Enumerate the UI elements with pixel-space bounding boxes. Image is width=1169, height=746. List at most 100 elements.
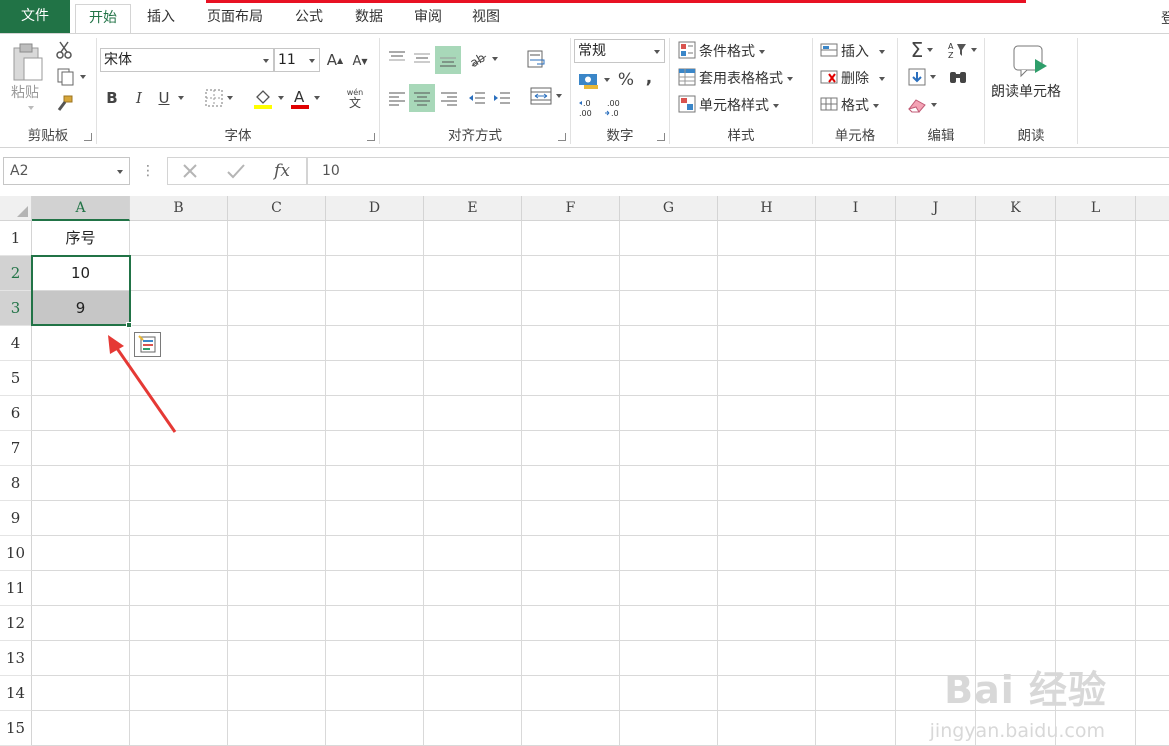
number-launcher-icon[interactable]: [657, 133, 665, 141]
align-right-icon[interactable]: [438, 86, 460, 110]
underline-dropdown-icon[interactable]: [175, 87, 187, 109]
decrease-indent-icon[interactable]: [466, 86, 488, 110]
increase-indent-icon[interactable]: [491, 86, 513, 110]
paste-button[interactable]: 粘贴: [11, 82, 39, 102]
column-header-i[interactable]: I: [816, 196, 896, 221]
tab-insert[interactable]: 插入: [137, 4, 185, 32]
font-launcher-icon[interactable]: [367, 133, 375, 141]
sort-filter-icon[interactable]: AZ: [944, 40, 980, 60]
speak-cells-icon[interactable]: [1011, 42, 1051, 80]
row-header-2[interactable]: 2: [0, 256, 32, 291]
row-header-15[interactable]: 15: [0, 711, 32, 746]
align-middle-icon[interactable]: [411, 46, 433, 70]
format-painter-icon[interactable]: [54, 94, 74, 114]
format-as-table-button[interactable]: 套用表格格式: [699, 68, 793, 88]
fill-down-icon[interactable]: [904, 66, 940, 88]
fill-handle[interactable]: [126, 322, 132, 328]
cell-a1[interactable]: 序号: [32, 221, 129, 256]
wrap-text-icon[interactable]: [526, 48, 548, 70]
row-header-6[interactable]: 6: [0, 396, 32, 431]
column-header-partial[interactable]: [1136, 196, 1169, 221]
column-header-e[interactable]: E: [424, 196, 522, 221]
row-header-8[interactable]: 8: [0, 466, 32, 501]
paste-icon[interactable]: [8, 40, 48, 86]
merge-center-icon[interactable]: [526, 84, 566, 108]
column-header-j[interactable]: J: [896, 196, 976, 221]
insert-function-button[interactable]: fx: [268, 159, 296, 183]
tab-data[interactable]: 数据: [344, 4, 394, 32]
cell-styles-button[interactable]: 单元格样式: [699, 95, 779, 115]
more-options-icon[interactable]: ⋮: [141, 162, 155, 180]
select-all-button[interactable]: [0, 196, 32, 221]
column-header-b[interactable]: B: [130, 196, 228, 221]
grid-line: [32, 430, 1169, 431]
column-header-l[interactable]: L: [1056, 196, 1136, 221]
column-header-h[interactable]: H: [718, 196, 816, 221]
cancel-icon[interactable]: [178, 160, 202, 182]
column-header-g[interactable]: G: [620, 196, 718, 221]
font-color-icon[interactable]: A: [287, 86, 323, 110]
enter-icon[interactable]: [224, 160, 248, 182]
row-header-14[interactable]: 14: [0, 676, 32, 711]
tab-page-layout[interactable]: 页面布局: [198, 4, 272, 32]
column-header-a[interactable]: A: [32, 196, 130, 221]
row-header-13[interactable]: 13: [0, 641, 32, 676]
clear-icon[interactable]: [904, 94, 940, 116]
login-link[interactable]: 登: [1161, 8, 1169, 28]
fill-color-icon[interactable]: [249, 86, 287, 110]
column-header-f[interactable]: F: [522, 196, 620, 221]
worksheet-grid[interactable]: A B C D E F G H I J K L 1 2 3 4 5 6 7 8 …: [0, 196, 1169, 746]
conditional-format-button[interactable]: 条件格式: [699, 41, 765, 61]
find-select-icon[interactable]: [946, 66, 970, 88]
font-size-select[interactable]: 11: [274, 48, 320, 72]
row-header-3[interactable]: 3: [0, 291, 32, 326]
decrease-font-icon[interactable]: A ▼: [351, 51, 369, 71]
format-cells-button[interactable]: 格式: [841, 95, 879, 115]
comma-button[interactable]: ,: [641, 66, 657, 90]
orientation-icon[interactable]: ab: [466, 48, 500, 70]
font-name-select[interactable]: 宋体: [100, 48, 274, 72]
row-header-1[interactable]: 1: [0, 221, 32, 256]
row-header-11[interactable]: 11: [0, 571, 32, 606]
tab-view[interactable]: 视图: [461, 4, 511, 32]
tab-home[interactable]: 开始: [75, 4, 131, 34]
delete-cells-button[interactable]: 删除: [841, 68, 885, 88]
increase-font-icon[interactable]: A ▲: [326, 50, 344, 70]
row-header-12[interactable]: 12: [0, 606, 32, 641]
copy-icon[interactable]: [54, 67, 88, 87]
increase-decimal-icon[interactable]: .0.00: [576, 96, 602, 120]
align-bottom-icon[interactable]: [435, 46, 461, 74]
column-header-d[interactable]: D: [326, 196, 424, 221]
row-header-10[interactable]: 10: [0, 536, 32, 571]
align-top-icon[interactable]: [386, 46, 408, 70]
column-header-c[interactable]: C: [228, 196, 326, 221]
row-header-5[interactable]: 5: [0, 361, 32, 396]
underline-button[interactable]: U: [155, 87, 173, 109]
speak-cells-button[interactable]: 朗读单元格: [991, 81, 1061, 101]
clipboard-launcher-icon[interactable]: [84, 133, 92, 141]
percent-button[interactable]: %: [615, 68, 637, 92]
align-center-icon[interactable]: [409, 84, 435, 112]
cut-icon[interactable]: [54, 40, 74, 60]
number-format-select[interactable]: 常规: [574, 39, 665, 63]
insert-cells-button[interactable]: 插入: [841, 41, 885, 61]
autosum-icon[interactable]: Σ: [904, 38, 940, 62]
formula-input[interactable]: 10: [307, 157, 1169, 185]
tab-formulas[interactable]: 公式: [284, 4, 334, 32]
tab-review[interactable]: 审阅: [403, 4, 453, 32]
row-header-4[interactable]: 4: [0, 326, 32, 361]
decrease-decimal-icon[interactable]: .00.0: [601, 96, 627, 120]
row-header-7[interactable]: 7: [0, 431, 32, 466]
tab-file[interactable]: 文件: [0, 0, 70, 33]
italic-button[interactable]: I: [130, 87, 148, 109]
column-header-k[interactable]: K: [976, 196, 1056, 221]
paste-dropdown-icon[interactable]: [26, 104, 36, 112]
borders-icon[interactable]: [201, 88, 237, 108]
name-box[interactable]: A2: [3, 157, 130, 185]
phonetic-guide-icon[interactable]: wén 文: [337, 84, 373, 112]
align-left-icon[interactable]: [386, 86, 408, 110]
row-header-9[interactable]: 9: [0, 501, 32, 536]
bold-button[interactable]: B: [103, 87, 121, 109]
alignment-launcher-icon[interactable]: [558, 133, 566, 141]
currency-icon[interactable]: [574, 68, 614, 92]
